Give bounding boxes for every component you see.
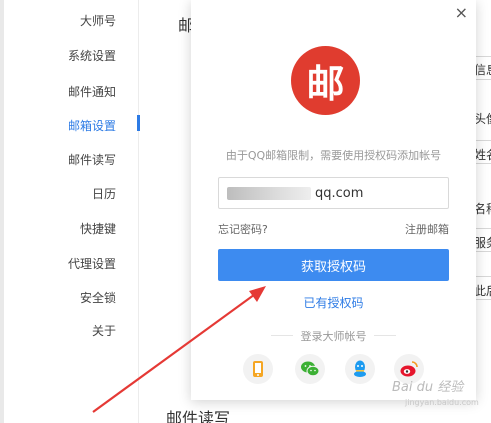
sidebar-item-shortcuts[interactable]: 快捷键 — [80, 220, 116, 237]
close-icon[interactable]: × — [455, 5, 468, 21]
auth-code-hint: 由于QQ邮箱限制，需要使用授权码添加帐号 — [225, 149, 442, 162]
background-label: 此后 — [474, 284, 491, 298]
background-label: 名称 — [474, 202, 491, 216]
blurred-account-name — [227, 187, 311, 200]
sidebar-item-mail-read-write[interactable]: 邮件读写 — [68, 151, 116, 168]
sidebar-item-proxy-settings[interactable]: 代理设置 — [68, 255, 116, 272]
sidebar-item-calendar[interactable]: 日历 — [92, 185, 116, 202]
sidebar-item-about[interactable]: 关于 — [92, 322, 116, 339]
background-label: 信息 — [474, 63, 491, 77]
qq-icon[interactable] — [345, 354, 375, 384]
mail-logo-icon: 邮 — [291, 46, 360, 115]
baidu-watermark-url: jingyan.baidu.com — [405, 398, 479, 407]
register-mailbox-link[interactable]: 注册邮箱 — [405, 221, 449, 237]
phone-icon[interactable] — [243, 354, 273, 384]
forgot-password-link[interactable]: 忘记密码? — [218, 221, 268, 237]
wechat-icon[interactable] — [295, 354, 325, 384]
account-input[interactable]: qq.com — [218, 177, 449, 209]
login-master-account-label: 登录大师帐号 — [300, 330, 367, 343]
settings-sidebar: 大师号 系统设置 邮件通知 邮箱设置 邮件读写 日历 快捷键 代理设置 安全锁 … — [4, 0, 139, 423]
sidebar-item-master-account[interactable]: 大师号 — [80, 12, 116, 29]
get-auth-code-button[interactable]: 获取授权码 — [218, 249, 449, 281]
sidebar-item-security-lock[interactable]: 安全锁 — [80, 289, 116, 306]
section-heading-mail-read-write: 邮件读写 — [166, 409, 231, 423]
baidu-watermark: Bai du 经验 — [392, 380, 464, 395]
add-qq-account-dialog: × 邮 由于QQ邮箱限制，需要使用授权码添加帐号 qq.com 忘记密码? 注册… — [191, 0, 476, 400]
sidebar-item-mailbox-settings[interactable]: 邮箱设置 — [68, 117, 116, 134]
background-label: 姓名 — [474, 148, 491, 162]
background-label: 头像 — [474, 112, 491, 126]
divider-line — [374, 335, 396, 336]
sidebar-item-system-settings[interactable]: 系统设置 — [68, 47, 116, 64]
have-auth-code-link[interactable]: 已有授权码 — [191, 294, 476, 311]
active-item-indicator — [137, 115, 140, 131]
account-domain: qq.com — [315, 186, 364, 201]
background-label: 服务 — [474, 236, 491, 250]
sidebar-item-mail-notify[interactable]: 邮件通知 — [68, 83, 116, 100]
